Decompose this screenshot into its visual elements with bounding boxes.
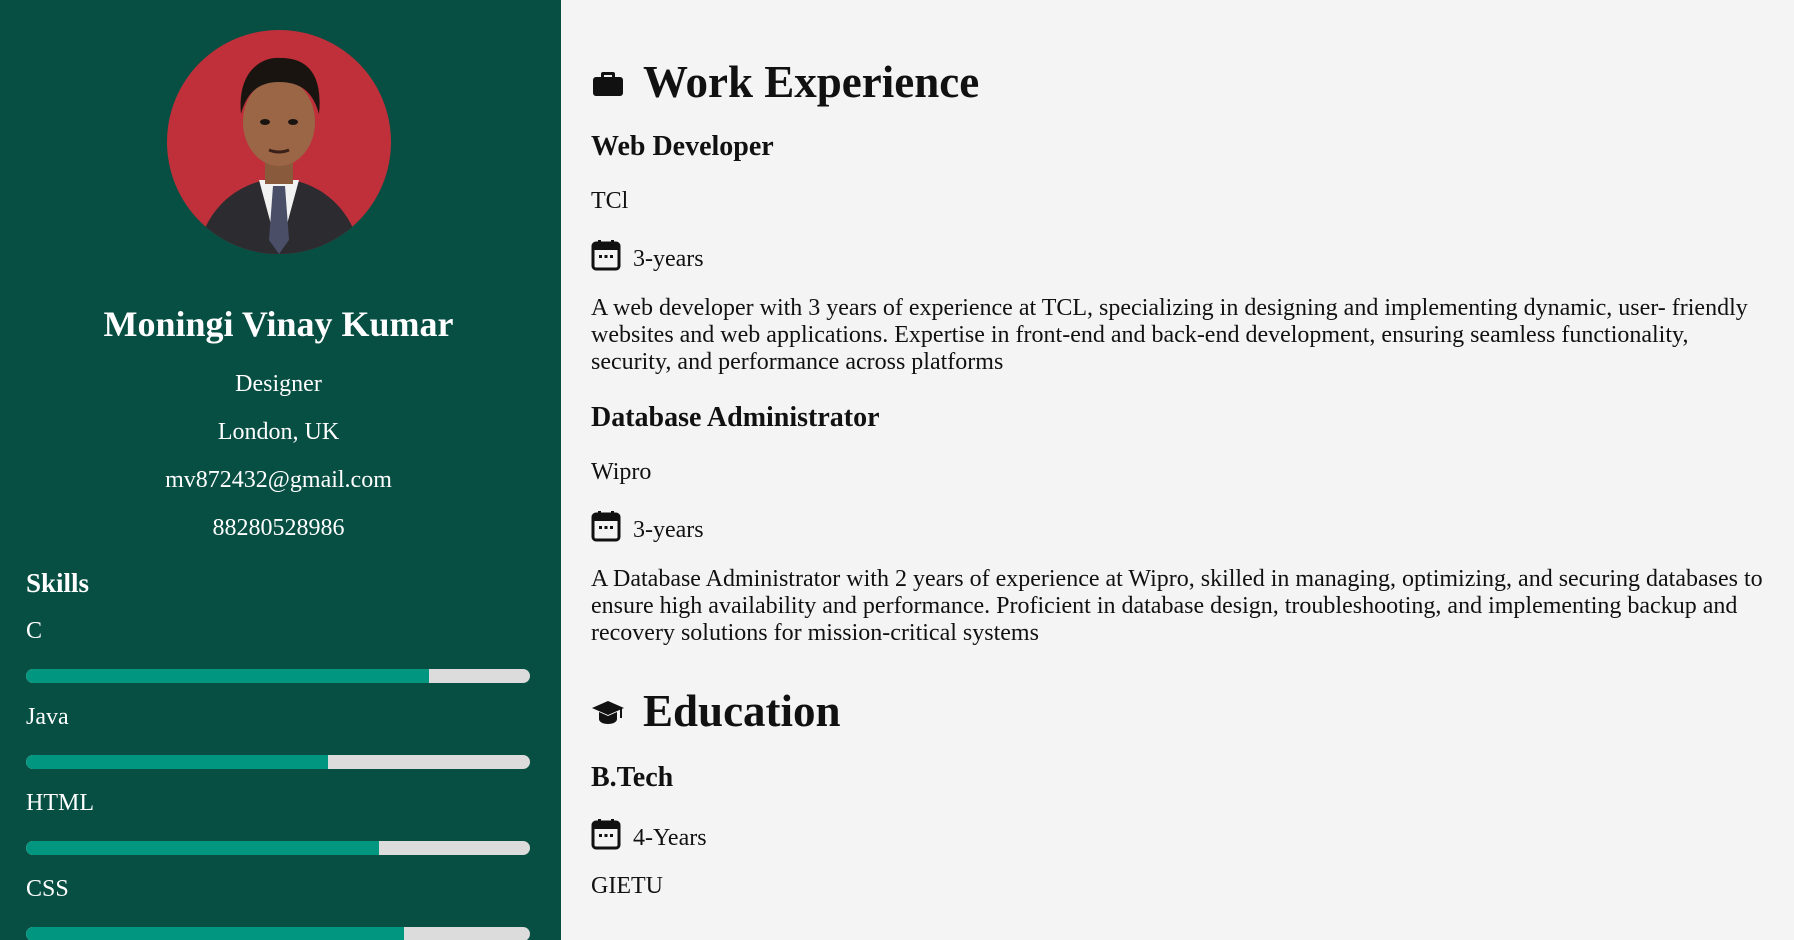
job-company: TCl — [591, 188, 629, 214]
skill-item: HTML — [26, 791, 531, 855]
avatar — [166, 30, 391, 254]
job-duration: 3-years — [591, 510, 1774, 542]
job-duration-text: 3-years — [633, 517, 704, 543]
skill-item: Java — [26, 705, 531, 769]
job-duration: 3-years — [591, 239, 1774, 271]
job-title: Database Administrator — [591, 402, 880, 433]
skill-name: Java — [26, 704, 69, 730]
education-degree: B.Tech — [591, 762, 674, 793]
skill-bar-fill — [26, 755, 329, 769]
skill-bar-fill — [26, 669, 430, 683]
briefcase-icon — [591, 66, 625, 100]
job-duration-text: 3-years — [633, 246, 704, 272]
job-entry: Web Developer TCl 3-years A web develope… — [591, 133, 1774, 376]
skills-heading: Skills — [26, 568, 90, 598]
resume-main: Work Experience Web Developer TCl 3-year… — [561, 0, 1794, 940]
calendar-icon — [591, 510, 621, 542]
job-title: Web Developer — [591, 131, 774, 162]
calendar-icon — [591, 818, 621, 850]
skill-bar-fill — [26, 841, 379, 855]
job-description: A Database Administrator with 2 years of… — [591, 566, 1763, 646]
skill-bar — [26, 669, 530, 683]
skill-bar — [26, 927, 530, 940]
education-heading: Education — [591, 689, 1774, 734]
skill-item: CSS — [26, 877, 531, 940]
profile-sidebar: Moningi Vinay Kumar Designer London, UK … — [0, 0, 561, 940]
profile-email: mv872432@gmail.com — [165, 467, 392, 493]
profile-name: Moningi Vinay Kumar — [103, 304, 454, 344]
avatar-photo — [166, 30, 391, 254]
education-entry: B.Tech 4-Years GIETU — [591, 762, 1774, 899]
skill-bar — [26, 755, 530, 769]
work-experience-heading: Work Experience — [591, 60, 1774, 105]
profile-phone: 88280528986 — [212, 515, 345, 541]
job-company: Wipro — [591, 459, 652, 485]
work-experience-title: Work Experience — [643, 57, 980, 107]
education-duration: 4-Years — [591, 818, 1774, 850]
skills-list: C Java HTML CSS — [26, 619, 531, 940]
skill-name: CSS — [26, 876, 69, 902]
education-institution: GIETU — [591, 873, 663, 899]
education-duration-text: 4-Years — [633, 825, 707, 851]
graduation-cap-icon — [591, 695, 625, 729]
calendar-icon — [591, 239, 621, 271]
skill-name: HTML — [26, 790, 94, 816]
skill-bar-fill — [26, 927, 404, 940]
job-entry: Database Administrator Wipro 3-years A D… — [591, 404, 1774, 647]
job-description: A web developer with 3 years of experien… — [591, 295, 1748, 375]
profile-role: Designer — [235, 371, 322, 397]
education-title: Education — [643, 686, 841, 736]
skill-item: C — [26, 619, 531, 683]
resume-page: Moningi Vinay Kumar Designer London, UK … — [0, 0, 1794, 940]
skill-name: C — [26, 618, 43, 644]
profile-location: London, UK — [217, 419, 340, 445]
skill-bar — [26, 841, 530, 855]
